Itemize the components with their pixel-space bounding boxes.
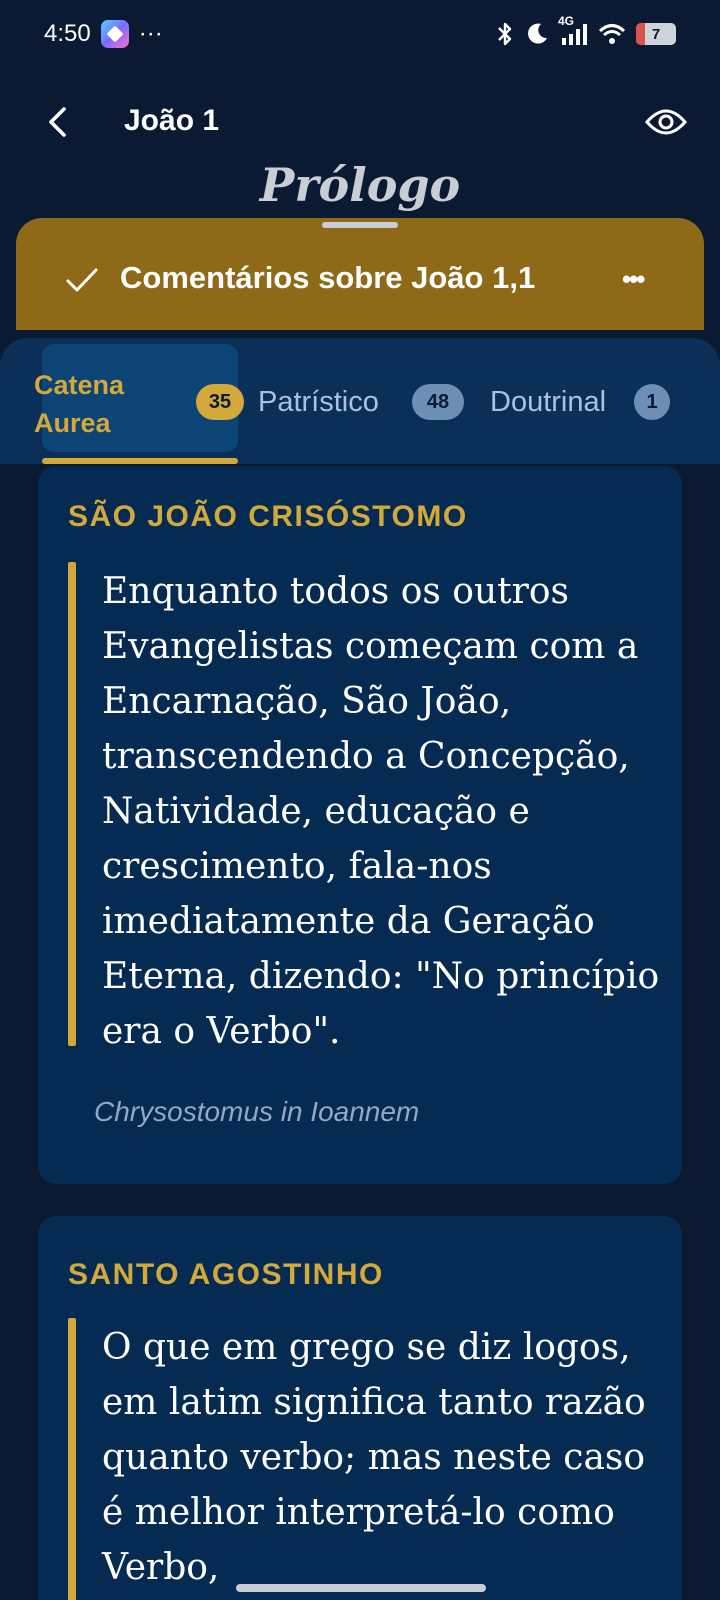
comment-card: SANTO AGOSTINHO O que em grego se diz lo… <box>38 1216 682 1600</box>
section-title: Prólogo <box>259 158 461 212</box>
comment-tabs: Catena Aurea 35 Patrístico 48 Doutrinal … <box>0 338 720 464</box>
comment-text: O que em grego se diz logos, em latim si… <box>102 1327 646 1588</box>
comment-source: Chrysostomus in Ioannem <box>94 1096 420 1127</box>
chevron-left-icon <box>49 107 66 137</box>
home-indicator[interactable] <box>236 1584 486 1592</box>
wifi-icon <box>598 24 626 44</box>
status-more: ··· <box>138 20 163 47</box>
battery-icon: 7 <box>636 23 676 45</box>
status-time: 4:50 <box>44 20 91 47</box>
comment-author: SANTO AGOSTINHO <box>68 1258 384 1291</box>
tab-label-catena-aurea: Catena Aurea <box>34 370 125 438</box>
eye-icon <box>645 109 687 135</box>
tab-doutrinal[interactable]: Doutrinal <box>490 386 606 419</box>
selected-tab-indicator <box>42 458 238 464</box>
status-bar: 4:50 ··· 4G 7 <box>0 0 720 68</box>
moon-icon <box>528 23 547 44</box>
app-icon <box>100 20 129 48</box>
comments-sheet-header[interactable]: Comentários sobre João 1,1 ••• <box>16 218 704 330</box>
more-options-button[interactable]: ••• <box>622 264 645 295</box>
app-bar: João 1 <box>0 84 720 158</box>
comment-text: Enquanto todos os outros Evangelistas co… <box>102 571 660 1052</box>
bluetooth-icon <box>498 22 512 46</box>
network-type: 4G <box>558 14 575 28</box>
signal-group: 4G <box>558 14 588 46</box>
status-right: 4G 7 <box>496 14 676 47</box>
drag-handle[interactable] <box>322 222 398 228</box>
battery-level: 7 <box>651 25 661 43</box>
comment-card: SÃO JOÃO CRISÓSTOMO Enquanto todos os ou… <box>38 466 682 1184</box>
check-icon <box>66 268 98 292</box>
tab-patristico[interactable]: Patrístico <box>258 386 379 419</box>
sheet-title: Comentários sobre João 1,1 <box>120 260 536 295</box>
tab-count-patristico: 48 <box>412 384 464 420</box>
status-left: 4:50 ··· <box>44 20 163 48</box>
quote-bar <box>68 1318 76 1600</box>
back-button[interactable] <box>36 100 80 144</box>
comment-author: SÃO JOÃO CRISÓSTOMO <box>68 500 468 533</box>
visibility-toggle-button[interactable] <box>642 98 690 146</box>
quote-bar <box>68 562 76 1046</box>
tab-count-doutrinal: 1 <box>634 384 670 420</box>
tab-count-catena-aurea: 35 <box>196 384 244 420</box>
page-title: João 1 <box>124 104 220 137</box>
